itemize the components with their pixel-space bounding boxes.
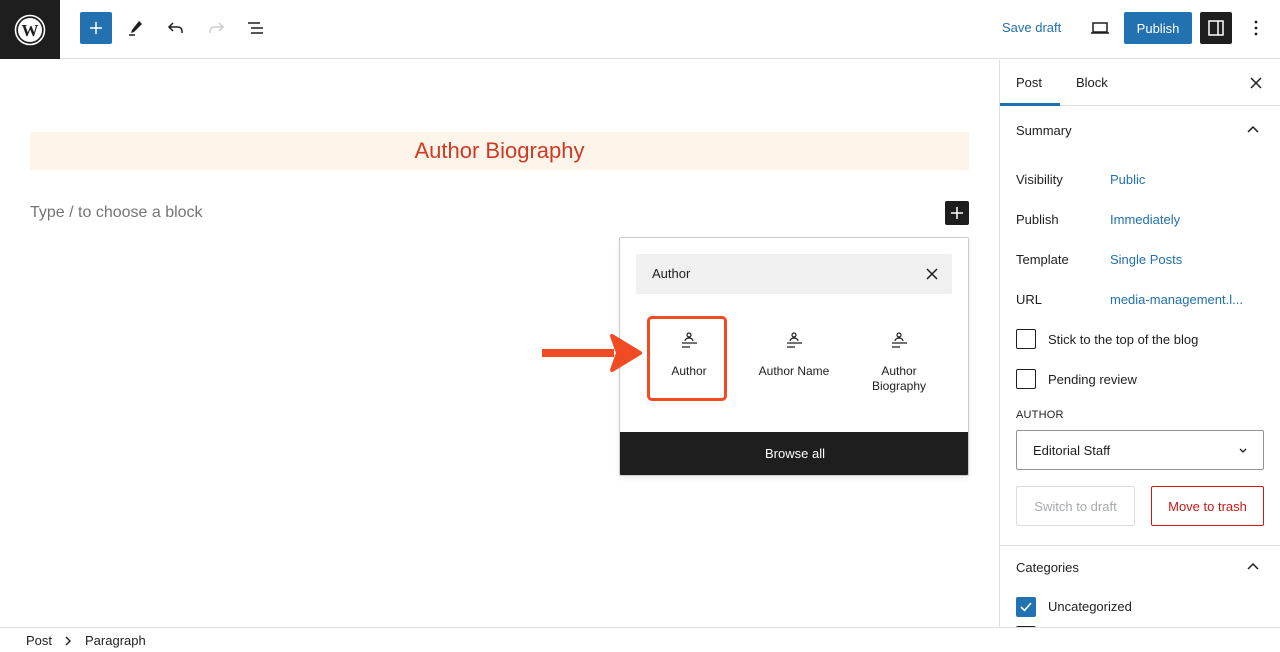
template-label: Template	[1016, 252, 1069, 267]
block-result-label: Author Biography	[871, 364, 927, 393]
save-draft-button[interactable]: Save draft	[1002, 20, 1061, 35]
list-view-button[interactable]	[240, 12, 272, 44]
browse-all-button[interactable]: Browse all	[620, 432, 968, 475]
chevron-down-icon	[1239, 448, 1247, 453]
block-result-label: Author	[671, 364, 707, 378]
pencil-icon	[129, 21, 142, 36]
author-selected-value: Editorial Staff	[1033, 443, 1111, 458]
undo-icon	[167, 22, 183, 33]
visibility-label: Visibility	[1016, 172, 1063, 187]
inline-inserter-button[interactable]	[945, 201, 969, 225]
author-icon	[682, 332, 697, 348]
author-icon	[787, 332, 802, 348]
plus-icon	[90, 22, 102, 34]
chevron-up-icon[interactable]	[1246, 560, 1260, 574]
quick-inserter-popover: Author Author Author Name Author Biograp…	[619, 237, 969, 476]
preview-button[interactable]	[1084, 12, 1116, 44]
url-label: URL	[1016, 292, 1043, 307]
block-inserter-button[interactable]	[80, 12, 112, 44]
pending-review-label: Pending review	[1048, 372, 1137, 387]
breadcrumb-item-paragraph: Paragraph	[85, 633, 146, 648]
block-result-author[interactable]: Author	[649, 318, 729, 400]
publish-button[interactable]: Publish	[1124, 12, 1192, 44]
block-breadcrumb: Post Paragraph	[0, 627, 1280, 652]
close-icon[interactable]	[1248, 75, 1264, 91]
panel-divider	[1000, 545, 1280, 546]
close-icon[interactable]	[924, 266, 940, 282]
post-title-block[interactable]: Author Biography	[30, 132, 969, 170]
plus-icon	[951, 207, 963, 219]
move-to-trash-button[interactable]: Move to trash	[1151, 486, 1264, 526]
author-select[interactable]: Editorial Staff	[1016, 430, 1264, 470]
undo-button[interactable]	[160, 12, 192, 44]
sticky-checkbox[interactable]	[1016, 329, 1036, 349]
breadcrumb-item-post[interactable]: Post	[26, 633, 52, 648]
pending-review-checkbox[interactable]	[1016, 369, 1036, 389]
settings-toggle-button[interactable]	[1200, 12, 1232, 44]
category-label: Uncategorized	[1048, 599, 1132, 614]
redo-button[interactable]	[200, 12, 232, 44]
list-view-icon	[248, 22, 263, 34]
block-result-author-name[interactable]: Author Name	[754, 318, 834, 400]
post-title[interactable]: Author Biography	[415, 138, 585, 164]
tab-block[interactable]: Block	[1076, 75, 1108, 90]
wordpress-icon: W	[14, 14, 46, 45]
category-checkbox-uncategorized[interactable]	[1016, 597, 1036, 617]
more-vertical-icon	[1254, 20, 1258, 36]
sticky-label: Stick to the top of the blog	[1048, 332, 1199, 347]
sidebar-tabs: Post Block	[1000, 60, 1280, 106]
summary-panel-toggle[interactable]: Summary	[1016, 123, 1072, 138]
settings-sidebar: Post Block Summary Visibility Public Pub…	[999, 60, 1280, 627]
redo-icon	[209, 22, 225, 33]
editor-canvas: Author Biography Type / to choose a bloc…	[0, 60, 999, 627]
active-tab-indicator	[1000, 103, 1060, 106]
laptop-icon	[1091, 22, 1109, 34]
block-result-label: Author Name	[758, 364, 830, 378]
paragraph-placeholder[interactable]: Type / to choose a block	[30, 204, 203, 222]
block-result-author-biography[interactable]: Author Biography	[859, 318, 939, 400]
check-icon	[1020, 602, 1032, 612]
categories-panel-toggle[interactable]: Categories	[1016, 560, 1079, 575]
template-value[interactable]: Single Posts	[1110, 252, 1182, 267]
url-value[interactable]: media-management.l...	[1110, 292, 1243, 307]
publish-label: Publish	[1016, 212, 1059, 227]
publish-value[interactable]: Immediately	[1110, 212, 1180, 227]
wordpress-logo[interactable]: W	[0, 0, 60, 59]
author-label: AUTHOR	[1016, 409, 1064, 421]
chevron-up-icon[interactable]	[1246, 123, 1260, 137]
chevron-right-icon	[65, 636, 71, 646]
visibility-value[interactable]: Public	[1110, 172, 1145, 187]
svg-text:W: W	[22, 21, 39, 40]
sidebar-icon	[1208, 20, 1224, 36]
tools-button[interactable]	[120, 12, 152, 44]
options-button[interactable]	[1240, 12, 1272, 44]
annotation-arrow-icon	[542, 334, 642, 372]
switch-to-draft-button[interactable]: Switch to draft	[1016, 486, 1135, 526]
search-value[interactable]: Author	[652, 266, 690, 281]
author-icon	[892, 332, 907, 348]
editor-toolbar: W Save draft Publish	[0, 0, 1280, 59]
tab-post[interactable]: Post	[1016, 75, 1042, 90]
block-search-input[interactable]: Author	[636, 254, 952, 294]
